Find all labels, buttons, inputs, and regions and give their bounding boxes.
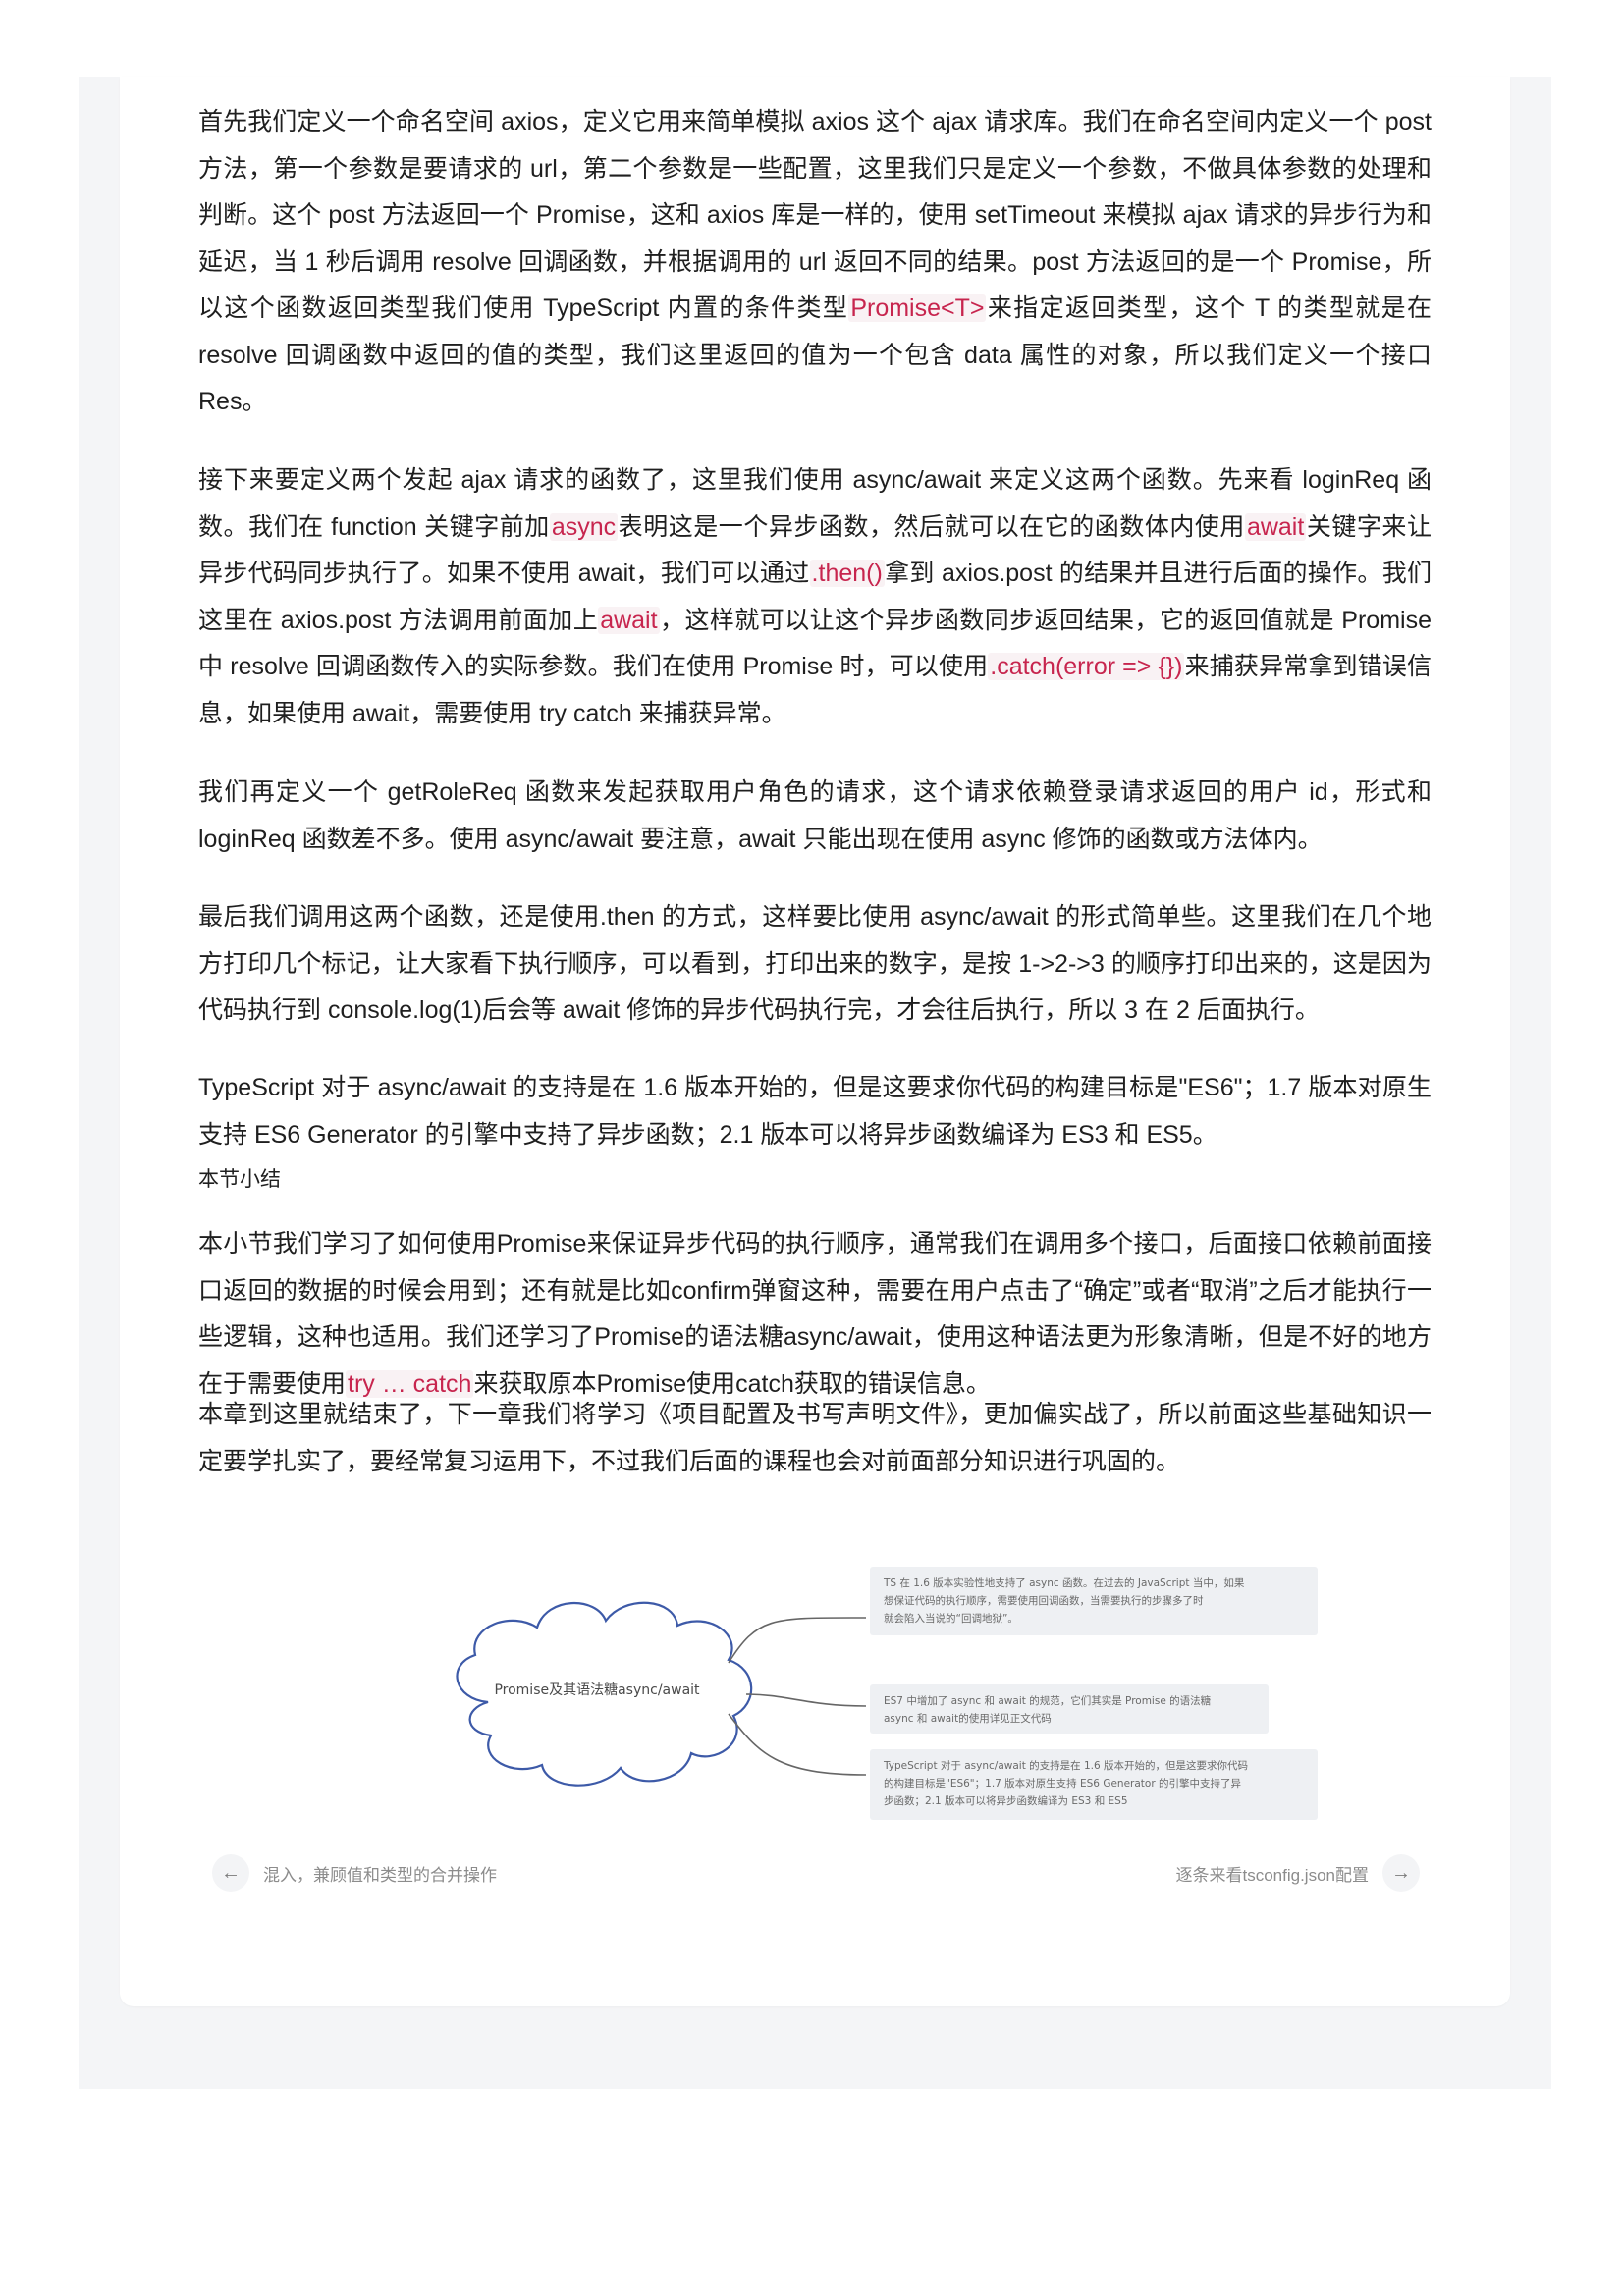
mindmap-center-label: Promise及其语法糖async/await xyxy=(494,1682,700,1698)
mindmap-connector xyxy=(728,1713,867,1776)
inline-code: .catch(error => {}) xyxy=(988,653,1185,680)
mindmap-branch-box xyxy=(870,1684,1269,1734)
mindmap-branch-line: 就会陷入当说的“回调地狱”。 xyxy=(884,1612,1018,1625)
mindmap-diagram: Promise及其语法糖async/await TS 在 1.6 版本实验性地支… xyxy=(456,1567,1318,1820)
paragraph-call-order: 最后我们调用这两个函数，还是使用.then 的方式，这样要比使用 async/a… xyxy=(198,903,1432,1024)
section-heading-summary: 本节小结 xyxy=(198,1168,281,1191)
prev-chapter-label[interactable]: 混入，兼顾值和类型的合并操作 xyxy=(263,1861,497,1886)
next-chapter-label[interactable]: 逐条来看tsconfig.json配置 xyxy=(1176,1861,1370,1886)
mindmap-branch-line: 想保证代码的执行顺序，需要使用回调函数，当需要执行的步骤多了时 xyxy=(884,1594,1204,1607)
mindmap-branch-1: TS 在 1.6 版本实验性地支持了 async 函数。在过去的 JavaScr… xyxy=(870,1567,1318,1635)
text-span: 首先我们定义一个命名空间 axios，定义它用来简单模拟 axios 这个 aj… xyxy=(198,108,1432,322)
paragraph-ts-support: TypeScript 对于 async/await 的支持是在 1.6 版本开始… xyxy=(198,1074,1432,1148)
next-chapter-link[interactable]: 逐条来看tsconfig.json配置 → xyxy=(1176,1853,1420,1893)
mindmap-branch-line: 的构建目标是"ES6"；1.7 版本对原生支持 ES6 Generator 的引… xyxy=(884,1777,1241,1789)
article-card: 首先我们定义一个命名空间 axios，定义它用来简单模拟 axios 这个 aj… xyxy=(120,77,1510,2006)
arrow-left-icon[interactable]: ← xyxy=(212,1854,249,1892)
mindmap-branch-line: async 和 await的使用详见正文代码 xyxy=(884,1712,1052,1725)
mindmap-branch-line: 步函数；2.1 版本可以将异步函数编译为 ES3 和 ES5 xyxy=(884,1794,1128,1807)
inline-code: await xyxy=(1244,512,1307,541)
inline-code: Promise<T> xyxy=(848,294,987,322)
mindmap-branch-2: ES7 中增加了 async 和 await 的规范，它们其实是 Promise… xyxy=(870,1684,1269,1734)
paragraph-async-functions: 接下来要定义两个发起 ajax 请求的函数了，这里我们使用 async/awai… xyxy=(198,457,1432,737)
inline-code: await xyxy=(598,606,660,634)
paragraph-axios-namespace: 首先我们定义一个命名空间 axios，定义它用来简单模拟 axios 这个 aj… xyxy=(198,99,1432,426)
mindmap-connector xyxy=(728,1617,867,1664)
mindmap-branch-3: TypeScript 对于 async/await 的支持是在 1.6 版本开始… xyxy=(870,1749,1318,1820)
arrow-right-icon[interactable]: → xyxy=(1382,1854,1420,1892)
paragraph-getrolereq: 我们再定义一个 getRoleReq 函数来发起获取用户角色的请求，这个请求依赖… xyxy=(198,778,1432,853)
prev-chapter-link[interactable]: ← 混入，兼顾值和类型的合并操作 xyxy=(212,1853,497,1893)
mindmap-branch-line: ES7 中增加了 async 和 await 的规范，它们其实是 Promise… xyxy=(884,1694,1212,1707)
inline-code: .then() xyxy=(809,560,885,587)
paragraph-summary: 本小节我们学习了如何使用Promise来保证异步代码的执行顺序，通常我们在调用多… xyxy=(198,1221,1432,1408)
mindmap-connector xyxy=(745,1693,867,1707)
text-span: 表明这是一个异步函数，然后就可以在它的函数体内使用 xyxy=(618,512,1245,541)
inline-code: async xyxy=(549,512,619,541)
mindmap-branch-line: TypeScript 对于 async/await 的支持是在 1.6 版本开始… xyxy=(883,1759,1248,1772)
paragraph-chapter-end: 本章到这里就结束了，下一章我们将学习《项目配置及书写声明文件》，更加偏实战了，所… xyxy=(198,1401,1432,1475)
mindmap-branch-line: TS 在 1.6 版本实验性地支持了 async 函数。在过去的 JavaScr… xyxy=(883,1576,1245,1589)
page-background: 首先我们定义一个命名空间 axios，定义它用来简单模拟 axios 这个 aj… xyxy=(79,77,1551,2089)
